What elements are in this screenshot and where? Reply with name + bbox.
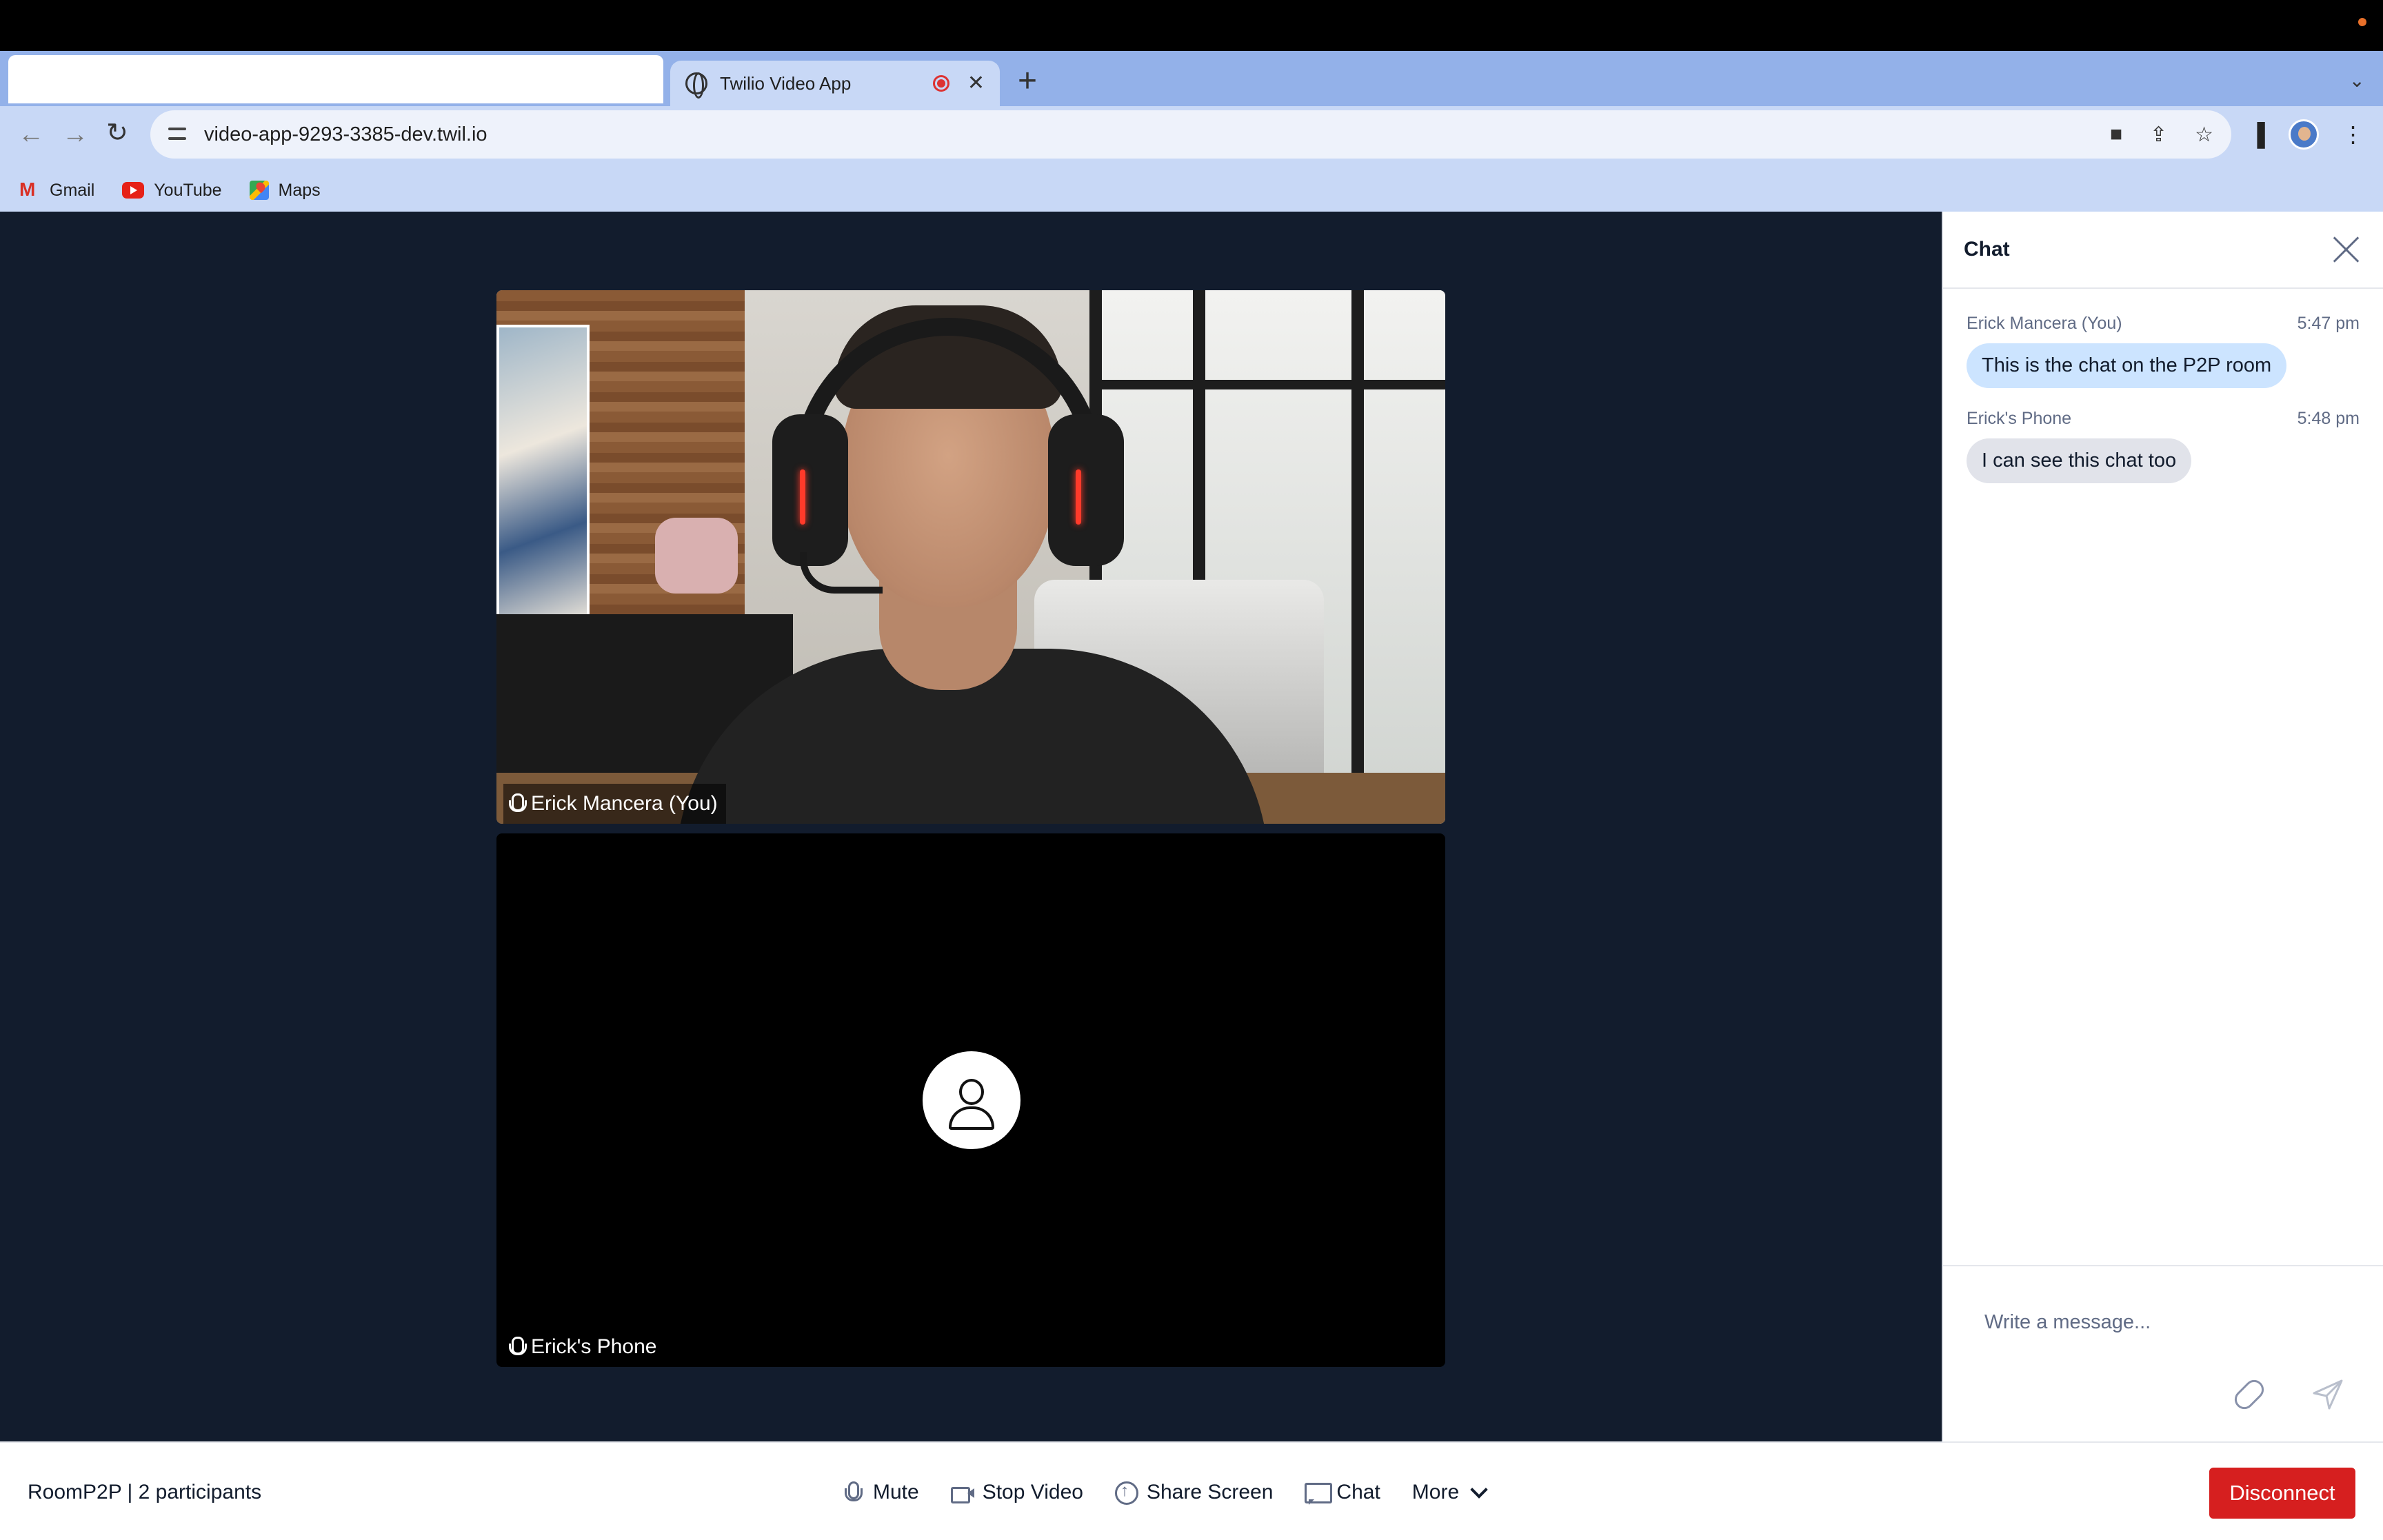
room-info: RoomP2P | 2 participants xyxy=(28,1480,262,1503)
mute-label: Mute xyxy=(873,1480,919,1503)
message-bubble: This is the chat on the P2P room xyxy=(1967,343,2287,388)
profile-avatar[interactable] xyxy=(2288,119,2319,150)
tab-strip: Twilio Video App ✕ + ⌄ xyxy=(0,51,2383,106)
participant-name: Erick Mancera (You) xyxy=(531,792,718,815)
microphone-icon xyxy=(509,792,527,815)
more-label: More xyxy=(1411,1480,1460,1503)
reload-icon[interactable]: ↻ xyxy=(106,120,128,146)
message-author: Erick's Phone xyxy=(1967,409,2072,428)
browser-chrome: Twilio Video App ✕ + ⌄ ← → ↻ video-app-9… xyxy=(0,51,2383,212)
message-time: 5:48 pm xyxy=(2297,409,2360,428)
participant-name: Erick's Phone xyxy=(531,1335,657,1358)
record-icon xyxy=(932,75,949,92)
chat-composer xyxy=(1943,1265,2383,1441)
gmail-icon xyxy=(19,179,40,201)
meeting-controls-bar: RoomP2P | 2 participants Mute Stop Video… xyxy=(0,1441,2383,1540)
address-bar[interactable]: video-app-9293-3385-dev.twil.io ■ ⇪ ☆ xyxy=(150,110,2231,159)
stop-video-button[interactable]: Stop Video xyxy=(950,1480,1083,1504)
message-time: 5:47 pm xyxy=(2297,314,2360,333)
bookmark-label: Gmail xyxy=(50,180,95,200)
participant-label: Erick Mancera (You) xyxy=(503,784,726,824)
send-icon[interactable] xyxy=(2311,1378,2344,1415)
chat-panel: Chat Erick Mancera (You) 5:47 pm This is… xyxy=(1942,212,2383,1441)
youtube-icon xyxy=(122,182,145,199)
message-bubble: I can see this chat too xyxy=(1967,438,2192,483)
chat-header: Chat xyxy=(1943,212,2383,289)
avatar-placeholder-icon xyxy=(923,1051,1020,1149)
back-arrow-icon[interactable]: ← xyxy=(18,121,44,148)
chevron-down-icon xyxy=(1470,1480,1488,1499)
chat-message: Erick Mancera (You) 5:47 pm This is the … xyxy=(1943,314,2383,388)
bookmark-star-icon[interactable]: ☆ xyxy=(2195,123,2213,147)
maps-icon xyxy=(249,181,269,200)
share-screen-button[interactable]: Share Screen xyxy=(1114,1480,1274,1505)
microphone-icon xyxy=(841,1481,863,1503)
chat-bubble-icon xyxy=(1305,1481,1333,1505)
share-screen-icon xyxy=(1114,1481,1138,1505)
participant-label: Erick's Phone xyxy=(503,1327,665,1367)
bookmarks-bar: Gmail YouTube Maps xyxy=(0,170,2383,211)
tab-search-chevron-icon[interactable]: ⌄ xyxy=(2349,69,2365,92)
bookmark-label: YouTube xyxy=(154,180,222,200)
message-input[interactable] xyxy=(1984,1305,2343,1339)
url-text[interactable]: video-app-9293-3385-dev.twil.io xyxy=(204,123,487,146)
bookmark-gmail[interactable]: Gmail xyxy=(19,179,95,201)
stop-video-label: Stop Video xyxy=(982,1480,1083,1503)
chat-title: Chat xyxy=(1964,238,2010,261)
recording-dot-icon xyxy=(2358,18,2366,26)
video-stage: Erick Mancera (You) Erick's Phone xyxy=(0,212,1942,1441)
new-tab-button[interactable]: + xyxy=(1018,65,1037,98)
browser-menu-icon[interactable]: ⋮ xyxy=(2342,121,2364,148)
side-panel-icon[interactable]: ▐ xyxy=(2249,122,2265,148)
share-screen-label: Share Screen xyxy=(1146,1480,1274,1503)
chat-label: Chat xyxy=(1336,1480,1380,1503)
tab-blank[interactable] xyxy=(8,55,663,103)
attachment-icon[interactable] xyxy=(2231,1376,2268,1413)
bookmark-label: Maps xyxy=(278,180,321,200)
tab-active[interactable]: Twilio Video App ✕ xyxy=(670,61,1000,106)
control-group: Mute Stop Video Share Screen Chat More xyxy=(841,1443,1488,1540)
bookmark-maps[interactable]: Maps xyxy=(249,180,321,201)
more-button[interactable]: More xyxy=(1411,1480,1488,1504)
microphone-icon xyxy=(509,1335,527,1359)
message-author: Erick Mancera (You) xyxy=(1967,314,2122,333)
participant-tile-remote[interactable]: Erick's Phone xyxy=(496,833,1445,1367)
chat-message: Erick's Phone 5:48 pm I can see this cha… xyxy=(1943,409,2383,483)
camera-in-use-icon[interactable]: ■ xyxy=(2110,123,2122,146)
bookmark-youtube[interactable]: YouTube xyxy=(122,180,222,201)
close-icon[interactable] xyxy=(2332,235,2361,264)
participant-tile-self[interactable]: Erick Mancera (You) xyxy=(496,290,1445,824)
forward-arrow-icon[interactable]: → xyxy=(62,121,88,148)
share-icon[interactable]: ⇪ xyxy=(2150,123,2167,147)
webcam-video xyxy=(496,290,1445,824)
site-info-icon[interactable] xyxy=(165,123,190,145)
disconnect-button[interactable]: Disconnect xyxy=(2209,1468,2355,1519)
video-camera-icon xyxy=(950,1481,974,1503)
tab-close-icon[interactable]: ✕ xyxy=(967,73,985,94)
mute-button[interactable]: Mute xyxy=(841,1481,919,1504)
video-app: Erick Mancera (You) Erick's Phone Chat E… xyxy=(0,212,2383,1540)
globe-icon xyxy=(685,72,707,99)
chat-button[interactable]: Chat xyxy=(1305,1480,1380,1505)
os-top-bar xyxy=(0,0,2383,51)
tab-title: Twilio Video App xyxy=(720,72,852,94)
